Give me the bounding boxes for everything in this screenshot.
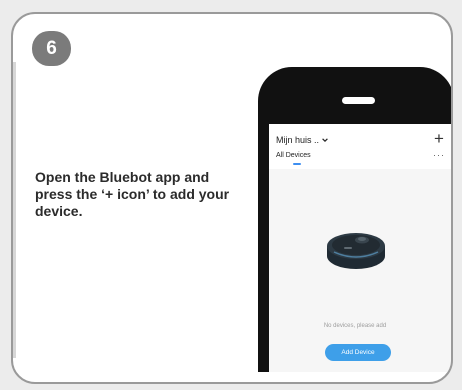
plus-icon[interactable]: + bbox=[430, 130, 448, 148]
devices-list-area: No devices, please add Add Device bbox=[269, 169, 451, 372]
app-screen: Mijn huis .. + All Devices ··· No device… bbox=[269, 124, 451, 372]
home-name-label: Mijn huis .. bbox=[276, 135, 320, 145]
add-device-button[interactable]: Add Device bbox=[325, 344, 391, 361]
empty-state-message: No devices, please add bbox=[323, 323, 387, 329]
tab-all-devices[interactable]: All Devices bbox=[276, 152, 311, 159]
instruction-line-2: press the ‘+ icon’ to add your bbox=[35, 186, 230, 202]
instruction-line-1: Open the Bluebot app and bbox=[35, 169, 210, 185]
phone-mockup: Mijn huis .. + All Devices ··· No device… bbox=[258, 67, 451, 372]
app-header: Mijn huis .. + All Devices ··· bbox=[269, 124, 451, 167]
tab-active-indicator bbox=[293, 163, 301, 165]
instruction-text: Open the Bluebot app and press the ‘+ ic… bbox=[35, 169, 255, 220]
phone-speaker bbox=[342, 97, 375, 104]
card-left-accent bbox=[13, 62, 16, 358]
step-number-badge: 6 bbox=[32, 31, 71, 66]
instruction-line-3: device. bbox=[35, 203, 83, 219]
home-selector[interactable]: Mijn huis .. bbox=[276, 135, 328, 145]
chevron-down-icon bbox=[322, 138, 328, 143]
instruction-card: 6 Open the Bluebot app and press the ‘+ … bbox=[11, 12, 453, 384]
more-icon[interactable]: ··· bbox=[433, 150, 445, 160]
robot-vacuum-image bbox=[327, 233, 385, 269]
